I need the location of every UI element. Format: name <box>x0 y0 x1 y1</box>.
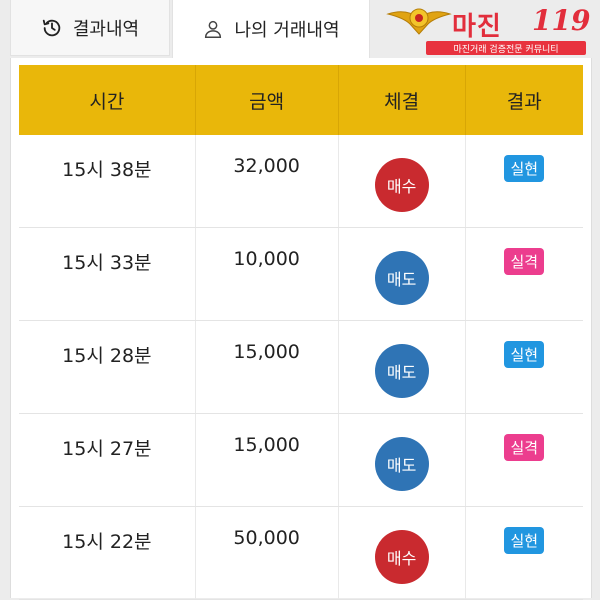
tab-label: 결과내역 <box>72 18 140 40</box>
history-icon <box>41 17 63 39</box>
table-row: 15시 33분 10,000 매도 실격 <box>19 227 583 321</box>
row-time: 15시 33분 <box>62 251 152 274</box>
table-row: 15시 27분 15,000 매도 실격 <box>19 413 583 507</box>
trade-history-panel: 시간 금액 체결 결과 15시 38분 32,000 매수 실현 15시 33분… <box>10 58 592 600</box>
column-header-result: 결과 <box>465 65 583 135</box>
row-time: 15시 22분 <box>62 530 152 553</box>
table-row: 15시 28분 15,000 매도 실현 <box>19 320 583 414</box>
user-icon <box>202 18 224 40</box>
result-badge: 실격 <box>504 247 545 275</box>
result-badge: 실현 <box>504 526 545 554</box>
row-time: 15시 28분 <box>62 344 152 367</box>
row-time: 15시 27분 <box>62 437 152 460</box>
result-badge: 실현 <box>504 340 545 368</box>
row-amount: 32,000 <box>233 155 300 177</box>
result-badge: 실격 <box>504 433 545 461</box>
site-logo[interactable]: 마진 119 마진거래 검증전문 커뮤니티 <box>382 4 591 56</box>
column-header-deal: 체결 <box>338 65 466 135</box>
row-time: 15시 38분 <box>62 158 152 181</box>
tab-my-trades[interactable]: 나의 거래내역 <box>172 0 370 58</box>
row-amount: 50,000 <box>233 527 300 549</box>
table-header-row: 시간 금액 체결 결과 <box>19 65 583 135</box>
row-amount: 15,000 <box>233 341 300 363</box>
logo-subtitle: 마진거래 검증전문 커뮤니티 <box>426 41 586 55</box>
table-row: 15시 22분 50,000 매수 실현 <box>19 506 583 600</box>
deal-buy-badge: 매수 <box>374 530 429 584</box>
deal-buy-badge: 매수 <box>374 158 429 212</box>
logo-emblem-icon <box>386 4 452 44</box>
tab-bar: 결과내역 나의 거래내역 마진 119 마진거래 검증전문 커뮤니티 <box>0 0 600 58</box>
tab-label: 나의 거래내역 <box>234 20 340 41</box>
deal-sell-badge: 매도 <box>374 251 429 305</box>
logo-main: 마진 119 <box>382 4 591 44</box>
result-badge: 실현 <box>504 154 545 182</box>
trade-history-table: 시간 금액 체결 결과 15시 38분 32,000 매수 실현 15시 33분… <box>19 65 583 600</box>
logo-word: 마진 <box>452 12 502 42</box>
table-row: 15시 38분 32,000 매수 실현 <box>19 135 583 228</box>
deal-sell-badge: 매도 <box>374 344 429 398</box>
tab-results-history[interactable]: 결과내역 <box>10 0 170 56</box>
deal-sell-badge: 매도 <box>374 437 429 491</box>
column-header-amount: 금액 <box>195 65 339 135</box>
column-header-time: 시간 <box>19 65 196 135</box>
row-amount: 15,000 <box>233 434 300 456</box>
row-amount: 10,000 <box>233 248 300 270</box>
logo-number: 119 <box>532 4 591 37</box>
